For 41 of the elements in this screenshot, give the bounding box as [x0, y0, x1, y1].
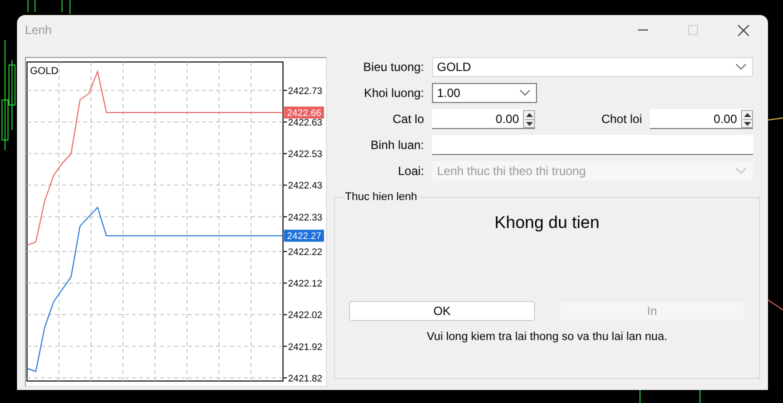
chart-title: GOLD — [30, 66, 58, 77]
chevron-down-icon — [736, 64, 746, 70]
hint-text: Vui long kiem tra lai thong so va thu lai lan nua. — [426, 331, 668, 343]
comment-field[interactable] — [432, 135, 753, 155]
y-tick-label: 2422.22 — [282, 247, 322, 258]
field-label: Khoi luong: — [362, 86, 424, 100]
minimize-icon — [638, 29, 648, 31]
y-tick-label: 2422.43 — [282, 180, 322, 192]
y-tick-label: 2422.02 — [282, 310, 322, 322]
price-label: 2422.66 — [284, 106, 324, 120]
stop-loss-spinner[interactable]: 0.00 — [432, 109, 535, 129]
field-label: Cat lo — [392, 112, 424, 126]
spinner-arrows-icon[interactable] — [742, 110, 752, 126]
y-tick-label: 2421.82 — [282, 373, 322, 384]
price-label: 2422.27 — [284, 230, 324, 242]
annotation: 2422.66 — [287, 108, 322, 120]
take-profit-spinner[interactable]: 0.00 — [650, 109, 753, 129]
y-tick-label: 2422.12 — [282, 278, 322, 290]
annotation: 2422.27 — [287, 231, 322, 242]
maximize-icon — [688, 25, 698, 35]
ok-button[interactable]: OK — [349, 301, 535, 321]
y-tick-label: 2422.63 — [282, 118, 322, 128]
y-tick-label: 2421.92 — [282, 342, 322, 353]
y-tick-label: 2422.53 — [282, 149, 322, 160]
field-label: Binh luan: — [370, 138, 424, 152]
y-tick-label: 2422.73 — [282, 86, 322, 97]
volume-dropdown[interactable]: 1.00 — [432, 83, 537, 103]
y-tick-label: 2422.22 — [288, 247, 322, 258]
y-tick-label: 2422.33 — [282, 212, 322, 224]
chevron-down-icon — [520, 90, 530, 96]
field-label: Bieu tuong: — [362, 60, 424, 74]
chevron-down-icon — [736, 168, 746, 174]
field-label: Loai: — [396, 164, 424, 178]
y-tick-label: 2422.63 — [288, 118, 322, 129]
status-message: Khong du tien — [494, 213, 600, 233]
window-title: Lenh — [25, 23, 52, 37]
close-icon — [738, 24, 748, 36]
symbol-dropdown[interactable]: GOLD — [432, 57, 753, 77]
spinner-arrows-icon[interactable] — [524, 110, 534, 126]
field-label: Chot loi — [600, 112, 643, 126]
group-title: Thuc hien lenh — [344, 191, 418, 203]
